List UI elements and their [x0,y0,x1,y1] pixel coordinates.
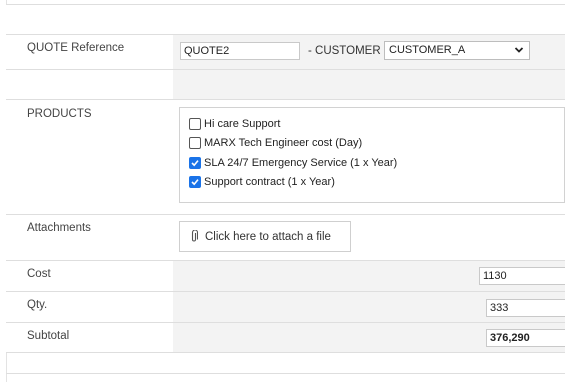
product-item[interactable]: Support contract (1 x Year) [189,174,335,190]
subtotal-input [486,329,565,347]
bottom-spacer-row [6,352,565,374]
attachments-label: Attachments [27,222,91,234]
spacer-row [6,69,565,100]
quote-reference-input[interactable] [180,42,300,60]
paperclip-icon [191,230,198,242]
checkmark-icon [191,160,199,167]
customer-select-value: CUSTOMER_A [389,44,466,56]
attach-file-button[interactable]: Click here to attach a file [179,221,351,252]
checkbox[interactable] [189,137,201,149]
checkmark-icon [191,179,199,186]
quote-reference-label: QUOTE Reference [27,42,125,54]
product-item[interactable]: SLA 24/7 Emergency Service (1 x Year) [189,155,397,171]
products-list: Hi care Support MARX Tech Engineer cost … [179,107,565,203]
product-item-label: SLA 24/7 Emergency Service (1 x Year) [204,157,398,169]
checkbox-checked[interactable] [189,176,201,188]
top-spacer-row [6,4,565,35]
chevron-down-icon [514,47,524,53]
product-item[interactable]: Hi care Support [189,116,280,132]
cost-label: Cost [27,268,51,280]
quote-reference-row: QUOTE Reference - CUSTOMER CUSTOMER_A [6,34,565,70]
checkbox[interactable] [189,118,201,130]
subtotal-row: Subtotal [6,322,565,353]
cost-row: Cost [6,260,565,292]
subtotal-label: Subtotal [27,330,70,342]
products-label: PRODUCTS [27,108,92,120]
product-item-label: Hi care Support [204,118,281,130]
product-item-label: Support contract (1 x Year) [204,176,335,188]
qty-label: Qty. [27,299,48,311]
qty-input[interactable] [486,299,565,317]
product-item[interactable]: MARX Tech Engineer cost (Day) [189,135,362,151]
attach-file-label: Click here to attach a file [205,230,331,243]
qty-row: Qty. [6,291,565,323]
attachments-row: Attachments Click here to attach a file [6,214,565,261]
checkbox-checked[interactable] [189,157,201,169]
products-row: PRODUCTS Hi care Support MARX Tech Engin… [6,99,565,215]
cost-input[interactable] [479,267,565,285]
customer-select[interactable]: CUSTOMER_A [384,41,530,60]
product-item-label: MARX Tech Engineer cost (Day) [204,137,363,149]
customer-separator-label: - CUSTOMER [308,45,381,57]
